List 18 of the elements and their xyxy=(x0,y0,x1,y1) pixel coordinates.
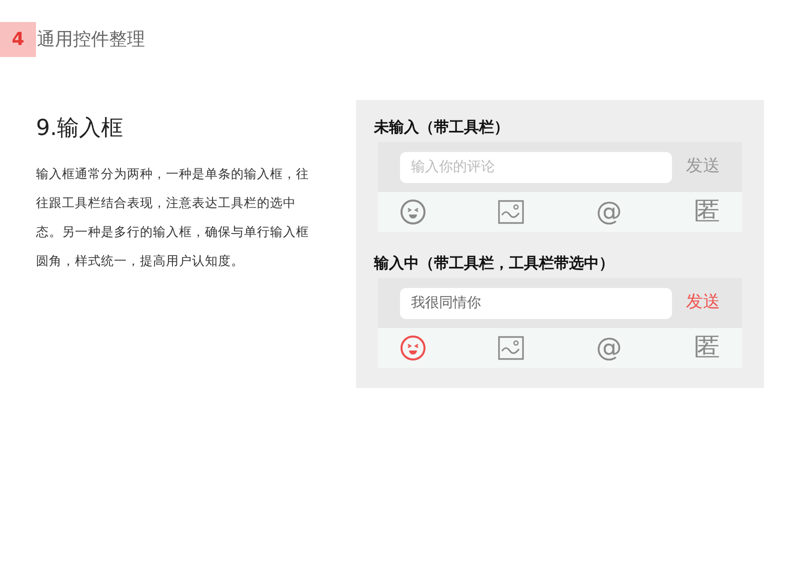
section-number: 4 xyxy=(0,22,36,57)
description: 输入框通常分为两种，一种是单条的输入框，往往跟工具栏结合表现，注意表达工具栏的选中态。另一种是多行的输入框，确保与单行输入框圆角，样式统一，提高用户认知度。 xyxy=(36,165,310,270)
toolbar-button[interactable]: 匿 xyxy=(694,335,720,361)
example-title: 输入中（带工具栏，工具栏带选中） xyxy=(374,253,615,274)
image-icon[interactable] xyxy=(498,200,524,224)
send-button[interactable]: 发送 xyxy=(686,290,720,316)
toolbar-button[interactable]: 匿 xyxy=(694,199,720,225)
send-button[interactable]: 发送 xyxy=(686,154,720,180)
laughing-face-icon[interactable] xyxy=(400,335,426,361)
laughing-face-icon[interactable] xyxy=(400,199,426,225)
section-heading: 9.输入框 xyxy=(36,115,124,143)
toolbar-button[interactable]: @ xyxy=(596,199,622,225)
image-icon[interactable] xyxy=(498,336,524,360)
comment-field[interactable]: 我很同情你 xyxy=(400,288,672,318)
comment-field[interactable]: 输入你的评论 xyxy=(400,152,672,182)
toolbar-button[interactable]: @ xyxy=(596,335,622,361)
example-title: 未输入（带工具栏） xyxy=(374,117,510,138)
page-title: 通用控件整理 xyxy=(37,28,145,52)
